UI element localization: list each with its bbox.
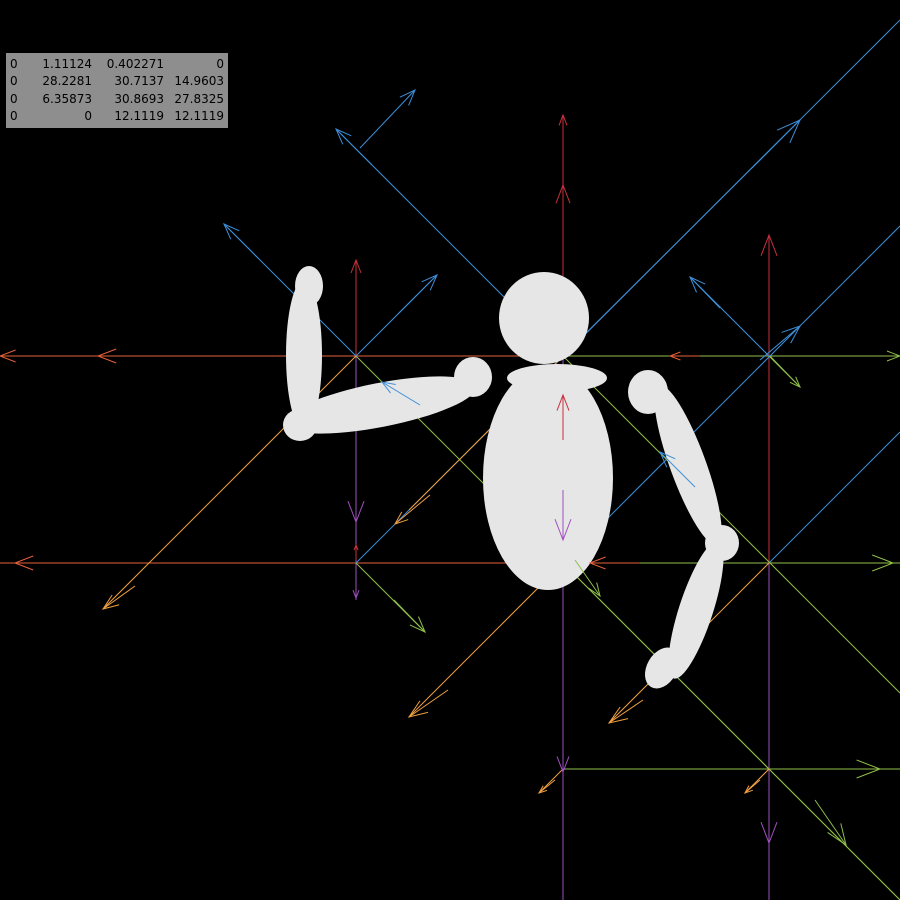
matrix-cell: 0 bbox=[10, 57, 18, 71]
lattice-arrows bbox=[0, 88, 900, 847]
matrix-cell: 6.35873 bbox=[42, 91, 92, 106]
matrix-cell: 30.8693 bbox=[114, 91, 164, 106]
lattice-arrow bbox=[393, 494, 431, 525]
lattice-arrow bbox=[13, 555, 70, 571]
arrow-shaft bbox=[397, 274, 438, 315]
arrow-shaft bbox=[335, 128, 373, 166]
lattice-arrow bbox=[760, 233, 778, 300]
matrix-cell: 12.1119 bbox=[174, 109, 224, 124]
matrix-readout-panel: 0 1.11124 0.402271 0 0 28.2281 30.7137 1… bbox=[6, 53, 228, 128]
matrix-cell: 0 bbox=[216, 57, 224, 71]
matrix-row: 0 6.35873 30.8693 27.8325 bbox=[6, 91, 228, 108]
lattice-arrow bbox=[588, 556, 640, 570]
lattice-arrow bbox=[96, 348, 152, 364]
lattice-arrow bbox=[743, 779, 761, 794]
lattice-arrow bbox=[352, 580, 360, 600]
lattice-arrow bbox=[347, 470, 365, 524]
arrow-shaft bbox=[744, 779, 761, 794]
matrix-cell: 28.2281 bbox=[42, 74, 92, 89]
arrow-shaft bbox=[814, 799, 847, 846]
matrix-cell: 14.9603 bbox=[174, 74, 224, 89]
mannequin-figure bbox=[283, 266, 739, 689]
lattice-lines bbox=[0, 19, 900, 900]
matrix-cell: 0 bbox=[84, 109, 92, 124]
arrow-shaft bbox=[223, 223, 259, 259]
arrow-shaft bbox=[769, 355, 801, 388]
lattice-line bbox=[562, 562, 900, 900]
figure-part bbox=[499, 272, 589, 364]
figure-part bbox=[507, 364, 607, 392]
lattice-arrow bbox=[393, 599, 426, 634]
lattice-arrow bbox=[558, 113, 568, 150]
lattice-arrow bbox=[359, 88, 416, 149]
matrix-cell: 0 bbox=[10, 74, 18, 89]
arrow-shaft bbox=[408, 689, 449, 718]
lattice-arrow bbox=[397, 274, 438, 315]
lattice-arrow bbox=[335, 128, 373, 166]
arrow-shaft bbox=[759, 325, 801, 361]
matrix-row: 0 1.11124 0.402271 0 bbox=[6, 56, 228, 73]
lattice-arrow bbox=[555, 183, 571, 240]
arrow-shaft bbox=[751, 119, 801, 169]
lattice-arrow bbox=[760, 790, 778, 845]
lattice-arrow bbox=[537, 779, 556, 794]
lattice-arrow bbox=[751, 119, 801, 169]
lattice-arrow bbox=[814, 799, 847, 847]
arrow-shaft bbox=[393, 599, 426, 633]
lattice-arrow bbox=[689, 275, 721, 309]
lattice-arrow bbox=[668, 351, 700, 361]
lattice-arrow bbox=[759, 325, 802, 361]
lattice-arrow bbox=[607, 699, 644, 724]
lattice-arrow bbox=[0, 349, 60, 363]
lattice-arrow bbox=[860, 350, 900, 362]
matrix-cell: 0.402271 bbox=[106, 57, 164, 71]
matrix-cell: 0 bbox=[10, 91, 18, 106]
matrix-cell: 0 bbox=[10, 109, 18, 124]
lattice-arrow bbox=[769, 355, 801, 389]
figure-part bbox=[483, 366, 613, 590]
matrix-cell: 30.7137 bbox=[114, 74, 164, 89]
lattice-arrow bbox=[810, 759, 882, 779]
lattice-line bbox=[562, 355, 900, 694]
lattice-line bbox=[768, 431, 900, 564]
lattice-line bbox=[538, 768, 564, 794]
lattice-line bbox=[562, 225, 900, 564]
arrow-shaft bbox=[689, 276, 721, 309]
arrow-shaft bbox=[359, 89, 416, 149]
matrix-row: 0 0 12.1119 12.1119 bbox=[6, 108, 228, 125]
matrix-cell: 12.1119 bbox=[114, 109, 164, 124]
arrow-shaft bbox=[394, 494, 431, 525]
scene-canvas[interactable] bbox=[0, 0, 900, 900]
matrix-cell: 1.11124 bbox=[42, 57, 92, 71]
lattice-arrow bbox=[353, 543, 359, 560]
matrix-cell: 27.8325 bbox=[174, 91, 224, 106]
matrix-row: 0 28.2281 30.7137 14.9603 bbox=[6, 73, 228, 90]
lattice-arrow bbox=[101, 585, 136, 610]
lattice-arrow bbox=[556, 730, 570, 774]
arrow-shaft bbox=[538, 779, 556, 794]
lattice-arrow bbox=[830, 554, 895, 572]
figure-part bbox=[295, 266, 323, 306]
lattice-arrow bbox=[350, 258, 362, 300]
viewport[interactable]: 0 1.11124 0.402271 0 0 28.2281 30.7137 1… bbox=[0, 0, 900, 900]
arrow-shaft bbox=[102, 585, 136, 610]
lattice-arrow bbox=[223, 223, 259, 259]
lattice-arrow bbox=[407, 689, 449, 718]
